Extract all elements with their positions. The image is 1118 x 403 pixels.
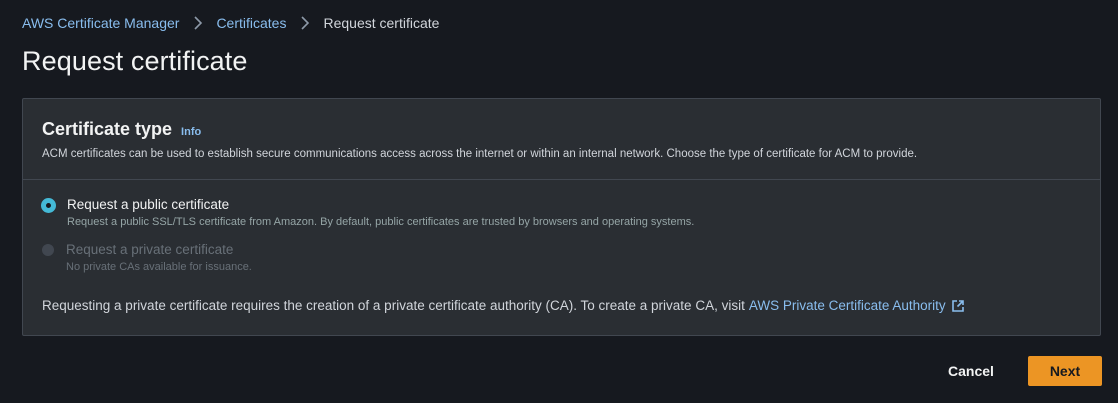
option-description: No private CAs available for issuance. <box>66 261 252 273</box>
certificate-type-panel: Certificate type Info ACM certificates c… <box>22 98 1101 336</box>
option-label: Request a public certificate <box>67 197 230 212</box>
option-text: Request a private certificate No private… <box>66 242 252 273</box>
panel-description: ACM certificates can be used to establis… <box>42 148 918 160</box>
private-ca-footnote: Requesting a private certificate require… <box>42 298 965 313</box>
option-label: Request a private certificate <box>66 242 234 257</box>
option-public-certificate[interactable]: Request a public certificate Request a p… <box>42 197 694 228</box>
panel-title: Certificate type <box>42 119 173 139</box>
option-text: Request a public certificate Request a p… <box>67 197 694 228</box>
chevron-right-icon <box>189 14 207 32</box>
breadcrumb-current: Request certificate <box>323 15 440 31</box>
cancel-button[interactable]: Cancel <box>932 356 1010 386</box>
radio-button-selected[interactable] <box>42 199 55 212</box>
panel-title-row: Certificate type Info <box>42 119 201 140</box>
info-link[interactable]: Info <box>181 126 201 138</box>
external-link-icon[interactable] <box>951 299 965 313</box>
option-private-certificate: Request a private certificate No private… <box>42 242 252 273</box>
request-certificate-page: AWS Certificate Manager Certificates Req… <box>0 0 1118 403</box>
breadcrumb-link-certificates[interactable]: Certificates <box>216 15 286 31</box>
breadcrumb: AWS Certificate Manager Certificates Req… <box>22 14 439 32</box>
breadcrumb-link-acm[interactable]: AWS Certificate Manager <box>22 15 179 31</box>
next-button[interactable]: Next <box>1028 356 1102 386</box>
panel-header: Certificate type Info ACM certificates c… <box>23 99 1100 180</box>
private-ca-link[interactable]: AWS Private Certificate Authority <box>749 298 946 313</box>
page-title: Request certificate <box>22 46 248 76</box>
radio-button-disabled <box>42 244 54 256</box>
option-description: Request a public SSL/TLS certificate fro… <box>67 216 695 228</box>
footnote-text: Requesting a private certificate require… <box>42 298 745 313</box>
chevron-right-icon <box>296 14 314 32</box>
